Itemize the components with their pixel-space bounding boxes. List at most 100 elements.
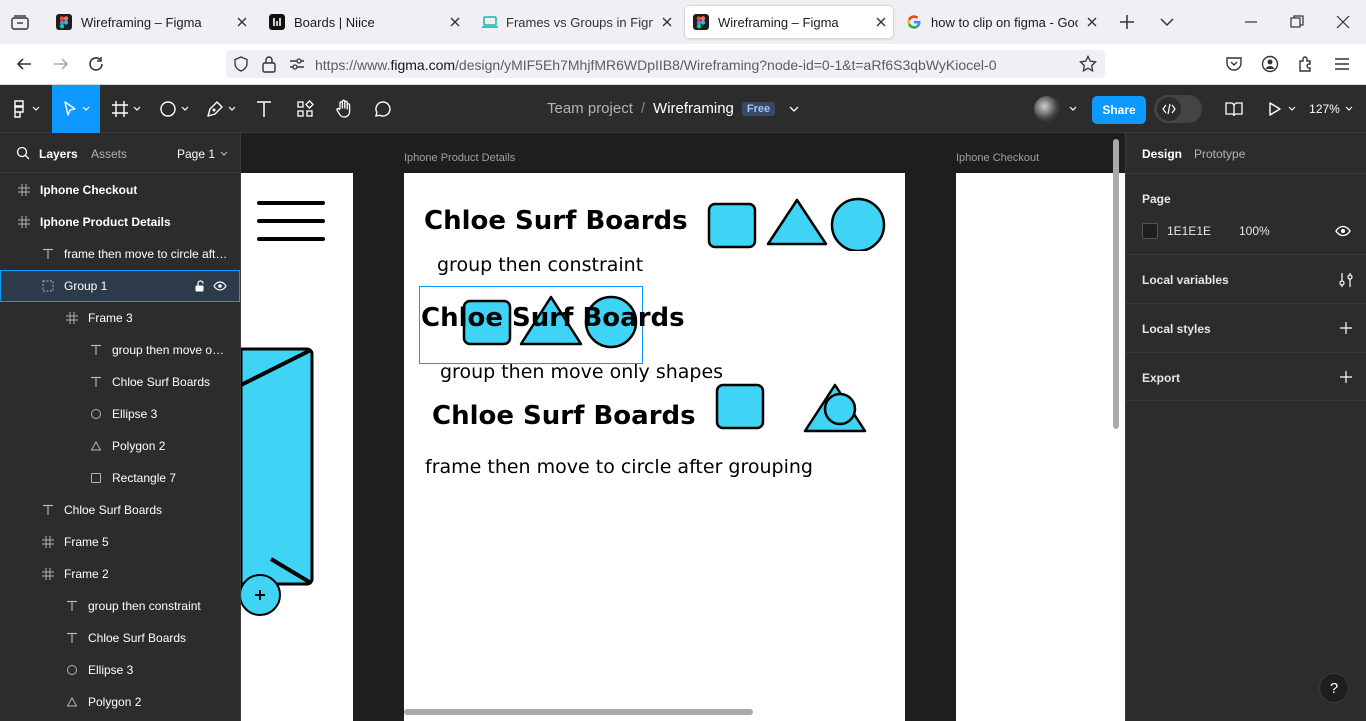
library-button[interactable]	[1218, 85, 1250, 133]
layer-row[interactable]: Chloe Surf Boards	[0, 366, 240, 398]
tab-frames-vs-groups[interactable]: Frames vs Groups in Figma | E	[473, 6, 679, 38]
minimize-window-icon[interactable]	[1243, 14, 1259, 30]
layer-row[interactable]: frame then move to circle afte...	[0, 238, 240, 270]
group-1-selection[interactable]: Chloe Surf Boards	[419, 286, 685, 364]
layer-row[interactable]: Polygon 2	[0, 430, 240, 462]
layer-row[interactable]: Chloe Surf Boards	[0, 622, 240, 654]
layer-row[interactable]: group then constraint	[0, 590, 240, 622]
frame-label-product-details[interactable]: Iphone Product Details	[404, 152, 515, 164]
bookmark-star-icon[interactable]	[1079, 55, 1097, 73]
comment-tool-button[interactable]	[366, 85, 400, 133]
text-group-then-constraint[interactable]: group then constraint	[437, 254, 643, 276]
text-chloe-surf-boards-1[interactable]: Chloe Surf Boards	[424, 206, 688, 236]
tab-figma-wireframing[interactable]: Wireframing – Figma	[48, 6, 254, 38]
text-group-then-move-only-shapes[interactable]: group then move only shapes	[440, 361, 723, 383]
layer-row[interactable]: group then move onl...	[0, 334, 240, 366]
list-tabs-chevron-icon[interactable]	[1158, 14, 1176, 30]
back-arrow-icon[interactable]	[15, 55, 33, 73]
text-chloe-surf-boards-2[interactable]: Chloe Surf Boards	[421, 303, 685, 333]
account-icon[interactable]	[1261, 55, 1279, 73]
hand-tool-button[interactable]	[327, 85, 361, 133]
resources-tool-button[interactable]	[288, 85, 322, 133]
tab-design[interactable]: Design	[1142, 147, 1182, 161]
forward-arrow-icon[interactable]	[52, 55, 70, 73]
frame-iphone-product-details[interactable]: Chloe Surf Boards group then constraint …	[404, 173, 905, 721]
shape-tool-button[interactable]	[154, 85, 194, 133]
local-styles-section[interactable]: Local styles	[1126, 303, 1366, 352]
present-button[interactable]	[1262, 85, 1302, 133]
close-window-icon[interactable]	[1335, 14, 1351, 30]
tab-figma-wireframing-active[interactable]: Wireframing – Figma	[685, 6, 893, 38]
search-icon[interactable]	[16, 146, 30, 160]
frame-tool-button[interactable]	[106, 85, 146, 133]
text-chloe-surf-boards-3[interactable]: Chloe Surf Boards	[432, 401, 696, 431]
add-plus-icon[interactable]	[1339, 370, 1353, 384]
layer-row[interactable]: Iphone Product Details	[0, 206, 240, 238]
tab-assets[interactable]: Assets	[91, 147, 127, 161]
local-variables-section[interactable]: Local variables	[1126, 254, 1366, 303]
dev-mode-toggle[interactable]	[1154, 95, 1202, 123]
file-name[interactable]: Wireframing	[653, 100, 734, 117]
reload-icon[interactable]	[87, 55, 105, 73]
file-menu-chevron-icon[interactable]	[789, 106, 799, 112]
close-tab-icon[interactable]	[234, 14, 250, 30]
frame-partial-left[interactable]	[241, 173, 353, 721]
layer-row[interactable]: Iphone Checkout	[0, 174, 240, 206]
address-bar[interactable]: https://www.figma.com/design/yMIF5Eh7Mhj…	[226, 50, 1105, 78]
page-color-value[interactable]: 1E1E1E	[1167, 224, 1211, 238]
shield-icon[interactable]	[233, 56, 249, 72]
permissions-icon[interactable]	[289, 57, 305, 71]
help-button[interactable]: ?	[1319, 673, 1349, 703]
tab-niice-boards[interactable]: Boards | Niice	[261, 6, 467, 38]
pen-tool-button[interactable]	[200, 85, 242, 133]
tab-google-search[interactable]: how to clip on figma - Googl	[898, 6, 1104, 38]
layer-row[interactable]: Rectangle 7	[0, 462, 240, 494]
layer-row[interactable]: Frame 5	[0, 526, 240, 558]
menu-hamburger-icon[interactable]	[1333, 56, 1351, 72]
main-menu-button[interactable]	[6, 85, 46, 133]
tab-overview-icon[interactable]	[11, 14, 29, 30]
design-canvas[interactable]: Iphone Product Details Chloe Surf Boards…	[241, 133, 1125, 721]
horizontal-scrollbar[interactable]	[404, 709, 753, 715]
shapes-row-3[interactable]	[715, 383, 871, 433]
frame-iphone-checkout[interactable]	[956, 173, 1125, 721]
text-tool-button[interactable]	[248, 85, 280, 133]
zoom-menu-button[interactable]: 127%	[1306, 85, 1356, 133]
restore-window-icon[interactable]	[1289, 14, 1305, 30]
shapes-row-1[interactable]	[707, 197, 887, 251]
page-opacity-value[interactable]: 100%	[1239, 224, 1270, 238]
user-avatar-button[interactable]	[1034, 96, 1084, 122]
eye-icon[interactable]	[213, 280, 227, 292]
url-text[interactable]: https://www.figma.com/design/yMIF5Eh7Mhj…	[315, 57, 997, 73]
layer-row[interactable]: Polygon 2	[0, 686, 240, 718]
page-color-swatch[interactable]	[1142, 223, 1158, 239]
variables-sliders-icon[interactable]	[1339, 272, 1353, 288]
lock-icon[interactable]	[261, 55, 277, 73]
tab-prototype[interactable]: Prototype	[1194, 147, 1245, 161]
layer-row[interactable]: Frame 2	[0, 558, 240, 590]
team-project-link[interactable]: Team project	[547, 100, 633, 117]
tab-layers[interactable]: Layers	[39, 147, 78, 161]
vertical-scrollbar[interactable]	[1113, 139, 1119, 429]
close-tab-icon[interactable]	[447, 14, 463, 30]
layer-row[interactable]: Ellipse 3	[0, 398, 240, 430]
close-tab-icon[interactable]	[873, 14, 889, 30]
close-tab-icon[interactable]	[1084, 14, 1100, 30]
new-tab-button[interactable]	[1118, 13, 1136, 31]
eye-icon[interactable]	[1335, 225, 1351, 237]
unlock-icon[interactable]	[194, 280, 206, 292]
layer-row[interactable]: Chloe Surf Boards	[0, 494, 240, 526]
export-section[interactable]: Export	[1126, 352, 1366, 401]
frame-label-checkout[interactable]: Iphone Checkout	[956, 152, 1039, 164]
text-frame-then-move[interactable]: frame then move to circle after grouping	[425, 456, 813, 478]
layer-row[interactable]: Ellipse 3	[0, 654, 240, 686]
layer-row[interactable]: Group 1	[0, 270, 240, 302]
pocket-icon[interactable]	[1225, 56, 1243, 72]
page-selector[interactable]: Page 1	[177, 147, 228, 161]
extensions-icon[interactable]	[1297, 55, 1315, 73]
move-tool-button[interactable]	[52, 85, 100, 133]
layer-row[interactable]: Frame 3	[0, 302, 240, 334]
add-plus-icon[interactable]	[1339, 321, 1353, 335]
close-tab-icon[interactable]	[659, 14, 675, 30]
share-button[interactable]: Share	[1092, 96, 1146, 124]
